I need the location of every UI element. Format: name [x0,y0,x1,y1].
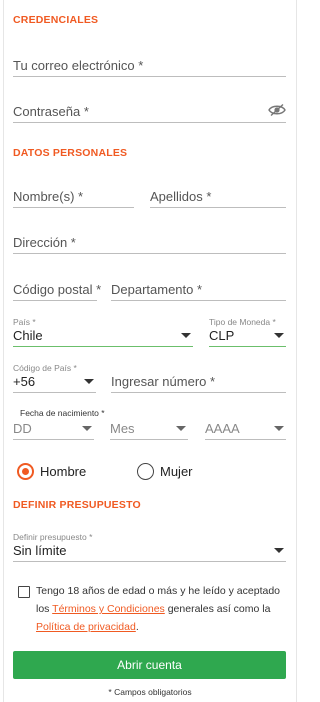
dob-day-select[interactable]: DD [13,418,94,440]
phone-field[interactable]: Ingresar número * [111,371,286,393]
chevron-down-icon [274,333,284,338]
postal-code-field[interactable]: Código postal * [13,279,101,301]
terms-text-after: . [135,621,139,633]
terms-link[interactable]: Términos y Condiciones [52,603,165,615]
address-field[interactable]: Dirección * [13,232,286,254]
email-placeholder: Tu correo electrónico * [13,58,144,73]
department-placeholder: Departamento * [111,282,203,297]
dob-month-placeholder: Mes [110,421,135,436]
open-account-button[interactable]: Abrir cuenta [13,651,286,679]
postal-code-placeholder: Código postal * [13,282,102,297]
budget-value: Sin límite [13,543,67,558]
name-field[interactable]: Nombre(s) * [13,186,134,208]
chevron-down-icon [274,548,284,553]
required-fields-note: * Campos obligatorios [108,687,192,697]
currency-value: CLP [209,328,235,343]
dob-year-select[interactable]: AAAA [205,418,286,440]
country-code-select[interactable]: +56 [13,371,96,393]
dob-day-placeholder: DD [13,421,32,436]
gender-male-radio[interactable] [17,463,34,480]
terms-text: Tengo 18 años de edad o más y he leído y… [36,582,288,636]
dob-year-placeholder: AAAA [205,421,240,436]
password-placeholder: Contraseña * [13,104,89,119]
phone-placeholder: Ingresar número * [111,374,216,389]
currency-select[interactable]: CLP [209,325,286,347]
department-field[interactable]: Departamento * [111,279,286,301]
address-placeholder: Dirección * [13,235,76,250]
country-code-value: +56 [13,374,36,389]
gender-male-label[interactable]: Hombre [40,464,86,479]
lastname-field[interactable]: Apellidos * [150,186,286,208]
chevron-down-icon [181,333,191,338]
dob-label: Fecha de nacimiento * [20,408,105,418]
gender-female-label[interactable]: Mujer [160,464,193,479]
show-password-eye-icon[interactable] [268,103,286,117]
chevron-down-icon [82,426,92,431]
privacy-link[interactable]: Política de privacidad [36,621,136,633]
email-field[interactable]: Tu correo electrónico * [13,55,286,77]
gender-female-radio[interactable] [137,463,154,480]
chevron-down-icon [176,426,186,431]
dob-month-select[interactable]: Mes [110,418,188,440]
password-field[interactable]: Contraseña * [13,101,286,123]
budget-section-title: DEFINIR PRESUPUESTO [13,499,141,511]
name-placeholder: Nombre(s) * [13,189,84,204]
chevron-down-icon [84,379,94,384]
country-value: Chile [13,328,43,343]
country-select[interactable]: Chile [13,325,193,347]
terms-checkbox[interactable] [18,586,30,598]
chevron-down-icon [274,426,284,431]
personal-section-title: DATOS PERSONALES [13,147,128,159]
credentials-section-title: CREDENCIALES [13,14,99,26]
terms-text-middle: generales así como la [164,603,271,615]
budget-select[interactable]: Sin límite [13,540,286,562]
lastname-placeholder: Apellidos * [150,189,212,204]
